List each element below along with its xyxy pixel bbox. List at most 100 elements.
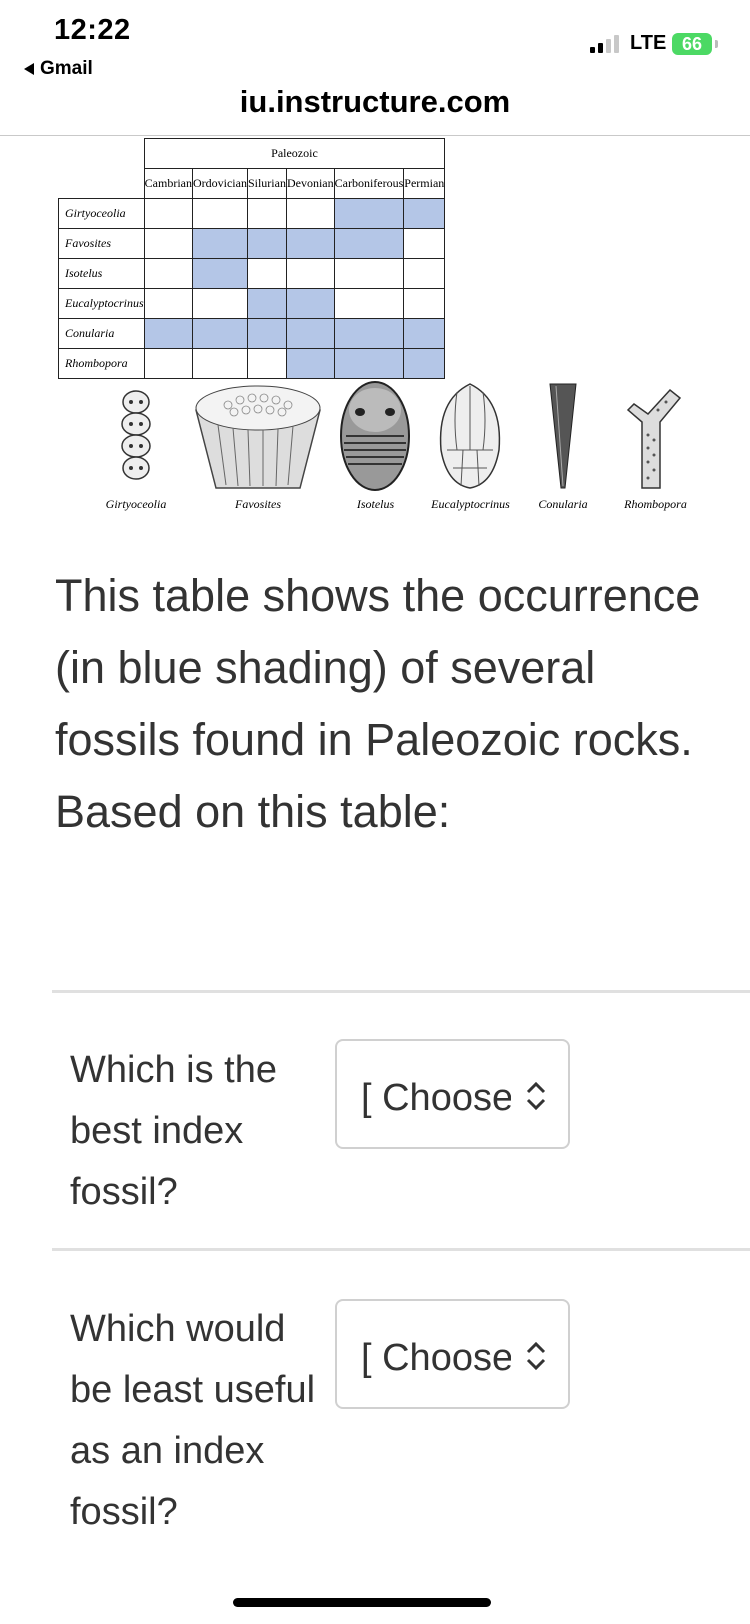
occurrence-cell-shaded xyxy=(191,318,248,349)
fossil-name: Favosites xyxy=(58,228,145,259)
rhombopora-fossil: Rhombopora xyxy=(618,380,693,511)
period-header: Permian xyxy=(403,168,446,199)
rhombopora-icon xyxy=(626,388,682,489)
occurrence-cell-empty xyxy=(403,258,446,289)
occurrence-cell-shaded xyxy=(333,228,405,259)
fossil-name: Girtyoceolia xyxy=(58,198,145,229)
fossil-name: Eucalyptocrinus xyxy=(58,288,145,319)
occurrence-cell-shaded xyxy=(191,228,248,259)
signal-strength-icon xyxy=(590,33,619,53)
fossil-name: Isotelus xyxy=(58,258,145,289)
occurrence-cell-shaded xyxy=(246,318,287,349)
question-2-text: Which would be least useful as an index … xyxy=(70,1308,316,1533)
occurrence-cell-empty xyxy=(333,258,405,289)
occurrence-cell-shaded xyxy=(333,198,405,229)
chevron-up-down-icon xyxy=(526,1081,546,1111)
occurrence-cell-empty xyxy=(143,258,193,289)
occurrence-cell-shaded xyxy=(246,288,287,319)
girtyoceolia-icon xyxy=(121,390,151,480)
favosites-fossil: Favosites xyxy=(188,380,328,511)
question-1-select-value: [ Choose ] xyxy=(361,1077,511,1119)
table-row: Rhombopora xyxy=(58,348,446,379)
table-corner xyxy=(58,138,145,169)
table-row: Conularia xyxy=(58,318,446,349)
divider xyxy=(52,990,750,993)
question-2-select[interactable]: [ Choose ] xyxy=(335,1299,570,1409)
fossil-illustrations: Girtyoceolia Favosites Isotelus Eucalypt… xyxy=(58,380,718,530)
back-arrow-icon xyxy=(24,63,34,75)
occurrence-cell-empty xyxy=(143,348,193,379)
occurrence-cell-shaded xyxy=(333,318,405,349)
occurrence-cell-shaded xyxy=(285,348,335,379)
isotelus-fossil: Isotelus xyxy=(338,380,413,511)
occurrence-cell-shaded xyxy=(143,318,193,349)
fossil-occurrence-table: Paleozoic Cambrian Ordovician Silurian Devo… xyxy=(58,138,446,379)
table-row: Isotelus xyxy=(58,258,446,289)
conularia-icon xyxy=(549,383,577,489)
question-2-select-value: [ Choose ] xyxy=(361,1337,511,1379)
caption-favosites: Favosites xyxy=(235,497,281,511)
occurrence-cell-empty xyxy=(246,198,287,229)
caption-eucalyptocrinus: Eucalyptocrinus xyxy=(431,497,510,511)
question-1-text: Which is the best index fossil? xyxy=(70,1049,277,1213)
occurrence-cell-empty xyxy=(403,288,446,319)
occurrence-cell-empty xyxy=(403,228,446,259)
occurrence-cell-empty xyxy=(333,288,405,319)
divider xyxy=(52,1248,750,1251)
occurrence-cell-shaded xyxy=(191,258,248,289)
occurrence-cell-empty xyxy=(191,348,248,379)
chevron-up-down-icon xyxy=(526,1341,546,1371)
occurrence-cell-empty xyxy=(143,198,193,229)
occurrence-cell-shaded xyxy=(246,228,287,259)
period-header: Silurian xyxy=(246,168,287,199)
caption-rhombopora: Rhombopora xyxy=(624,497,687,511)
table-corner-lower xyxy=(58,168,145,199)
back-label: Gmail xyxy=(40,58,93,79)
occurrence-cell-shaded xyxy=(403,348,446,379)
caption-isotelus: Isotelus xyxy=(356,497,395,511)
toolbar-divider xyxy=(0,135,750,136)
battery-icon: 66 xyxy=(672,33,712,55)
occurrence-cell-shaded xyxy=(285,318,335,349)
status-time: 12:22 xyxy=(54,14,131,46)
era-header: Paleozoic xyxy=(143,138,446,169)
battery-level: 66 xyxy=(681,34,703,54)
status-bar: 12:22 Gmail LTE 66 xyxy=(0,0,750,90)
network-type: LTE xyxy=(630,32,667,54)
table-row: Eucalyptocrinus xyxy=(58,288,446,319)
address-bar[interactable]: iu.instructure.com xyxy=(0,84,750,120)
fossil-name: Conularia xyxy=(58,318,145,349)
occurrence-cell-empty xyxy=(246,258,287,289)
period-header: Ordovician xyxy=(191,168,248,199)
caption-conularia: Conularia xyxy=(538,497,588,511)
question-stem: This table shows the occurrence (in blue… xyxy=(55,570,701,837)
caption-girtyoceolia: Girtyoceolia xyxy=(105,497,167,511)
home-indicator[interactable] xyxy=(233,1598,491,1607)
occurrence-cell-shaded xyxy=(403,318,446,349)
eucalyptocrinus-fossil: Eucalyptocrinus xyxy=(431,380,510,511)
battery-tip xyxy=(715,40,718,48)
occurrence-cell-shaded xyxy=(285,228,335,259)
girtyoceolia-fossil: Girtyoceolia xyxy=(106,380,166,511)
occurrence-cell-empty xyxy=(191,288,248,319)
occurrence-cell-shaded xyxy=(403,198,446,229)
period-header: Cambrian xyxy=(143,168,193,199)
occurrence-cell-empty xyxy=(246,348,287,379)
question-1-select[interactable]: [ Choose ] xyxy=(335,1039,570,1149)
occurrence-cell-empty xyxy=(191,198,248,229)
eucalyptocrinus-icon xyxy=(439,383,501,489)
occurrence-cell-empty xyxy=(285,258,335,289)
occurrence-cell-shaded xyxy=(333,348,405,379)
favosites-icon xyxy=(195,385,321,489)
fossil-name: Rhombopora xyxy=(58,348,145,379)
occurrence-cell-empty xyxy=(143,228,193,259)
table-row: Girtyoceolia xyxy=(58,198,446,229)
period-header: Carboniferous xyxy=(333,168,405,199)
period-header: Devonian xyxy=(285,168,335,199)
occurrence-cell-empty xyxy=(143,288,193,319)
back-to-gmail-button[interactable]: Gmail xyxy=(24,58,93,80)
occurrence-cell-shaded xyxy=(285,288,335,319)
table-row: Favosites xyxy=(58,228,446,259)
conularia-fossil: Conularia xyxy=(538,380,588,511)
occurrence-cell-empty xyxy=(285,198,335,229)
